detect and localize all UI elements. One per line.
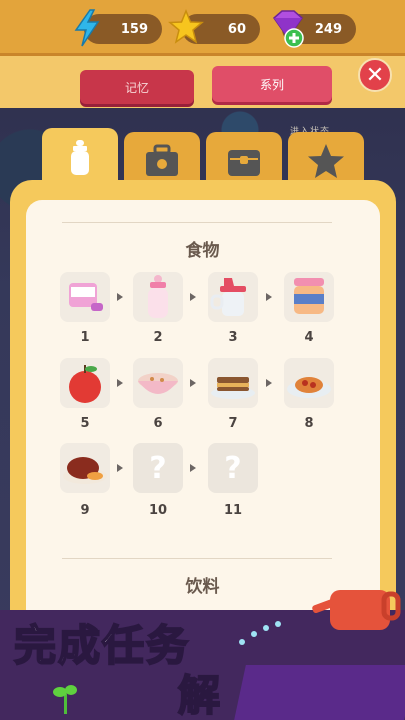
header-band xyxy=(0,56,405,108)
item-slot-4[interactable] xyxy=(284,272,334,322)
food-section-title: 食物 xyxy=(185,241,220,261)
item-slot-6[interactable] xyxy=(133,358,183,408)
arrow-1-2 xyxy=(117,293,123,301)
item-number-6: 6 xyxy=(153,416,163,431)
item-slot-1[interactable] xyxy=(60,272,110,322)
item-number-7: 7 xyxy=(228,416,238,431)
roast-ham-icon xyxy=(63,457,107,484)
section-divider xyxy=(62,558,332,559)
category-tab-food[interactable] xyxy=(42,128,118,188)
arrow-9-10 xyxy=(117,464,123,472)
promo-headline: 完成任务 xyxy=(13,620,191,671)
item-number-10: 10 xyxy=(148,503,168,518)
arrow-7-8 xyxy=(266,379,272,387)
category-tab-tools[interactable] xyxy=(124,132,200,186)
water-spray-icon xyxy=(239,621,281,645)
item-number-5: 5 xyxy=(80,416,90,431)
baby-bottle-icon xyxy=(148,275,168,318)
sandwich-icon xyxy=(211,377,255,399)
lightning-icon xyxy=(74,9,100,47)
promo-ribbon xyxy=(234,665,405,720)
resource-bar: 159 60 249 xyxy=(0,0,405,56)
item-slot-2[interactable] xyxy=(133,272,183,322)
item-slot-11-locked[interactable]: ? xyxy=(208,443,258,493)
close-button[interactable]: ✕ xyxy=(358,58,392,92)
item-slot-9[interactable] xyxy=(60,443,110,493)
sprout-icon xyxy=(53,685,77,714)
energy-value: 159 xyxy=(120,21,148,37)
arrow-3-4 xyxy=(266,293,272,301)
item-slot-7[interactable] xyxy=(208,358,258,408)
item-number-9: 9 xyxy=(80,503,90,518)
bottle-icon xyxy=(71,140,89,175)
tab-series[interactable]: 系列 xyxy=(212,66,332,102)
add-gems-icon[interactable] xyxy=(284,28,304,48)
item-number-3: 3 xyxy=(228,330,238,345)
top-divider xyxy=(62,222,332,223)
arrow-5-6 xyxy=(117,379,123,387)
item-slot-3[interactable] xyxy=(208,272,258,322)
watering-can-icon xyxy=(312,590,401,630)
sippy-cup-icon xyxy=(210,278,246,316)
item-number-2: 2 xyxy=(153,330,163,345)
category-tab-chests[interactable] xyxy=(206,132,282,186)
arrow-6-7 xyxy=(190,379,196,387)
promo-subline: 解 xyxy=(177,670,221,720)
item-number-4: 4 xyxy=(304,330,314,345)
item-number-1: 1 xyxy=(80,330,90,345)
item-number-11: 11 xyxy=(223,503,243,518)
baby-food-jar-icon xyxy=(294,278,324,314)
item-slot-5[interactable] xyxy=(60,358,110,408)
question-icon: ? xyxy=(224,450,242,486)
question-icon: ? xyxy=(149,450,167,486)
item-slot-10-locked[interactable]: ? xyxy=(133,443,183,493)
formula-can-icon xyxy=(69,283,103,311)
gems-value: 249 xyxy=(314,21,342,37)
star-currency-icon xyxy=(168,9,204,44)
apple-icon xyxy=(69,365,101,403)
category-tab-special[interactable] xyxy=(288,132,364,186)
tab-memory[interactable]: 记忆 xyxy=(80,70,194,104)
stars-value: 60 xyxy=(227,21,246,37)
item-number-8: 8 xyxy=(304,416,314,431)
star-icon xyxy=(308,144,344,178)
arrow-2-3 xyxy=(190,293,196,301)
cereal-bowl-icon xyxy=(138,373,178,394)
item-slot-8[interactable] xyxy=(284,358,334,408)
toolbox-icon xyxy=(146,144,178,176)
spaghetti-icon xyxy=(287,377,331,398)
arrow-10-11 xyxy=(190,464,196,472)
chest-icon xyxy=(228,150,260,176)
